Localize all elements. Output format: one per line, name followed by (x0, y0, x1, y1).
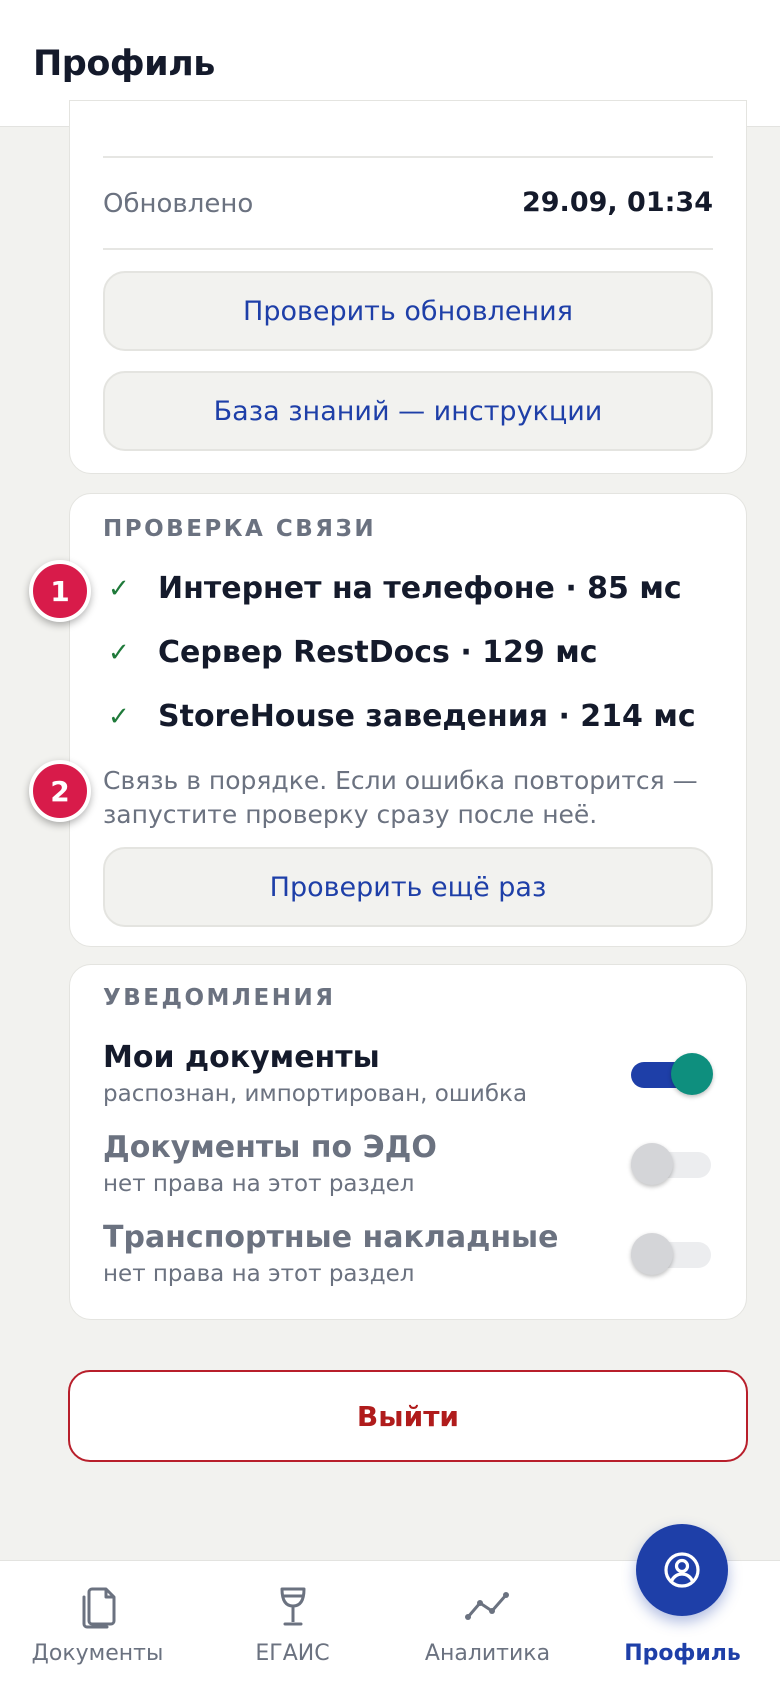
divider (103, 248, 713, 250)
nav-item-documents[interactable]: Документы (20, 1561, 175, 1688)
check-label: Сервер RestDocs · 129 мс (158, 635, 598, 670)
knowledge-base-button[interactable]: База знаний — инструкции (103, 371, 713, 451)
notification-subtitle: нет права на этот раздел (103, 1261, 415, 1287)
annotation-marker-1: 1 (29, 560, 91, 622)
notification-row-edo: Документы по ЭДО нет права на этот разде… (103, 1130, 713, 1200)
notifications-section-title: УВЕДОМЛЕНИЯ (103, 985, 336, 1011)
connection-section-title: ПРОВЕРКА СВЯЗИ (103, 516, 377, 542)
notification-title: Транспортные накладные (103, 1220, 559, 1255)
check-row-server: ✓ Сервер RestDocs · 129 мс (108, 635, 598, 670)
notification-title: Мои документы (103, 1040, 380, 1075)
check-icon: ✓ (108, 701, 130, 732)
check-row-storehouse: ✓ StoreHouse заведения · 214 мс (108, 699, 696, 734)
profile-fab[interactable] (636, 1524, 728, 1616)
check-label: StoreHouse заведения · 214 мс (158, 699, 696, 734)
nav-label: Документы (31, 1641, 164, 1666)
check-icon: ✓ (108, 637, 130, 668)
notifications-card: УВЕДОМЛЕНИЯ Мои документы распознан, имп… (69, 964, 747, 1320)
nav-item-egais[interactable]: ЕГАИС (215, 1561, 370, 1688)
check-updates-button[interactable]: Проверить обновления (103, 271, 713, 351)
logout-button[interactable]: Выйти (68, 1370, 748, 1462)
notification-row-waybills: Транспортные накладные нет права на этот… (103, 1220, 713, 1290)
nav-item-analytics[interactable]: Аналитика (410, 1561, 565, 1688)
notification-title: Документы по ЭДО (103, 1130, 437, 1165)
waybills-toggle[interactable] (631, 1232, 713, 1276)
my-documents-toggle[interactable] (631, 1052, 713, 1096)
documents-icon (82, 1587, 115, 1629)
annotation-marker-2: 2 (29, 760, 91, 822)
nav-label: Профиль (624, 1641, 741, 1666)
updated-value: 29.09, 01:34 (521, 187, 713, 218)
notification-subtitle: нет права на этот раздел (103, 1171, 415, 1197)
wine-glass-icon (280, 1587, 305, 1626)
check-icon: ✓ (108, 573, 130, 604)
updated-label: Обновлено (103, 189, 254, 219)
toggle-knob (631, 1143, 673, 1185)
check-row-internet: ✓ Интернет на телефоне · 85 мс (108, 571, 682, 606)
notification-row-my-documents: Мои документы распознан, импортирован, о… (103, 1040, 713, 1110)
recheck-button[interactable]: Проверить ещё раз (103, 847, 713, 927)
connection-check-card: ПРОВЕРКА СВЯЗИ ✓ Интернет на телефоне · … (69, 493, 747, 947)
connection-status-note: Связь в порядке. Если ошибка повторится … (103, 766, 698, 829)
nav-label: Аналитика (424, 1641, 551, 1666)
profile-icon (664, 1552, 700, 1588)
analytics-icon (464, 1592, 509, 1620)
nav-label: ЕГАИС (255, 1641, 330, 1666)
edo-documents-toggle[interactable] (631, 1142, 713, 1186)
notification-subtitle: распознан, импортирован, ошибка (103, 1081, 528, 1107)
toggle-knob (631, 1233, 673, 1275)
divider (103, 156, 713, 158)
toggle-knob (671, 1053, 713, 1095)
check-label: Интернет на телефоне · 85 мс (158, 571, 682, 606)
app-info-card: Обновлено 29.09, 01:34 Проверить обновле… (69, 100, 747, 474)
page-title: Профиль (33, 44, 215, 84)
